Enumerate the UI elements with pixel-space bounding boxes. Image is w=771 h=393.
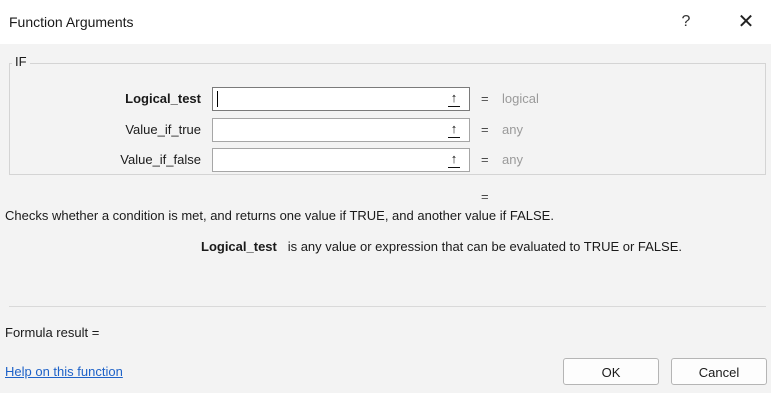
argument-row-logical-test: Logical_test ↑ = logical — [0, 87, 771, 111]
dialog-title: Function Arguments — [9, 14, 134, 30]
function-result-equals: = — [481, 189, 489, 204]
formula-result-label: Formula result = — [5, 325, 100, 340]
function-arguments-dialog: Function Arguments ? ✕ IF Logical_test ↑… — [0, 0, 771, 393]
value-if-false-input[interactable] — [212, 148, 470, 172]
title-bar: Function Arguments ? ✕ — [0, 0, 771, 44]
equals-sign: = — [481, 91, 489, 106]
cancel-button[interactable]: Cancel — [671, 358, 767, 385]
argument-result-hint: logical — [502, 91, 539, 106]
argument-row-value-if-true: Value_if_true ↑ = any — [0, 118, 771, 142]
function-description: Checks whether a condition is met, and r… — [5, 208, 554, 223]
divider — [9, 306, 766, 307]
collapse-dialog-icon[interactable]: ↑ — [440, 119, 468, 141]
argument-label: Value_if_true — [125, 122, 201, 137]
value-if-true-input[interactable] — [212, 118, 470, 142]
help-on-function-link[interactable]: Help on this function — [5, 364, 123, 379]
ok-button[interactable]: OK — [563, 358, 659, 385]
argument-row-value-if-false: Value_if_false ↑ = any — [0, 148, 771, 172]
equals-sign: = — [481, 122, 489, 137]
argument-result-hint: any — [502, 152, 523, 167]
argument-label: Logical_test — [125, 91, 201, 106]
text-cursor — [217, 91, 218, 107]
argument-result-hint: any — [502, 122, 523, 137]
argument-description-name: Logical_test — [201, 239, 277, 254]
close-button[interactable]: ✕ — [731, 9, 761, 35]
argument-description-text: is any value or expression that can be e… — [287, 239, 683, 254]
argument-description: Logical_test is any value or expression … — [201, 239, 682, 254]
help-button[interactable]: ? — [674, 10, 698, 34]
collapse-dialog-icon[interactable]: ↑ — [440, 149, 468, 171]
equals-sign: = — [481, 152, 489, 167]
argument-label: Value_if_false — [120, 152, 201, 167]
collapse-dialog-icon[interactable]: ↑ — [440, 88, 468, 110]
logical-test-input[interactable] — [212, 87, 470, 111]
function-name: IF — [12, 54, 30, 69]
